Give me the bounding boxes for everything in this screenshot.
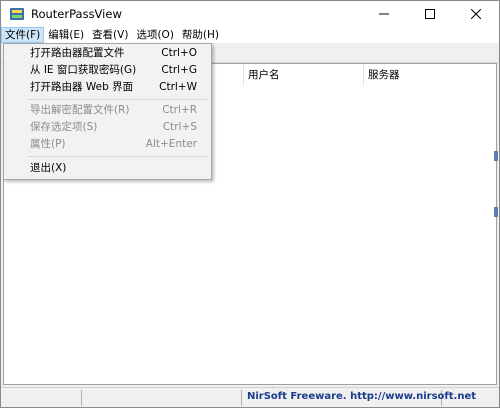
menu-help[interactable]: 帮助(H) (178, 27, 223, 43)
router-app-icon (9, 6, 25, 22)
close-icon (471, 9, 481, 19)
status-bar: NirSoft Freeware. http://www.nirsoft.net (1, 387, 499, 407)
menu-item-get-ie-password[interactable]: 从 IE 窗口获取密码(G) Ctrl+G (4, 62, 211, 79)
menu-edit[interactable]: 编辑(E) (44, 27, 88, 43)
title-bar: RouterPassView (1, 1, 499, 27)
maximize-icon (425, 9, 435, 19)
menu-item-exit[interactable]: 退出(X) (4, 160, 211, 177)
menu-item-open-config[interactable]: 打开路由器配置文件 Ctrl+O (4, 45, 211, 62)
menu-separator (28, 99, 208, 100)
maximize-button[interactable] (407, 1, 453, 27)
menu-view[interactable]: 查看(V) (88, 27, 132, 43)
minimize-icon (379, 13, 389, 15)
edge-marker (494, 151, 498, 161)
status-credit-text[interactable]: NirSoft Freeware. http://www.nirsoft.net (247, 391, 476, 402)
window-title: RouterPassView (31, 7, 122, 21)
menu-file[interactable]: 文件(F) (1, 27, 45, 43)
column-header-server[interactable]: 服务器 (364, 64, 496, 86)
menu-item-open-web-interface[interactable]: 打开路由器 Web 界面 Ctrl+W (4, 79, 211, 96)
menu-bar: 文件(F) 编辑(E) 查看(V) 选项(O) 帮助(H) (1, 27, 499, 43)
edge-marker (494, 207, 498, 217)
menu-separator (28, 156, 208, 157)
menu-item-save-selected[interactable]: 保存选定项(S) Ctrl+S (4, 119, 211, 136)
status-divider (81, 390, 82, 406)
menu-options[interactable]: 选项(O) (132, 27, 177, 43)
column-header-username[interactable]: 用户名 (244, 64, 364, 86)
app-window: RouterPassView 文件(F) 编辑(E) 查看(V) 选项(O) 帮… (0, 0, 500, 408)
menu-item-properties[interactable]: 属性(P) Alt+Enter (4, 136, 211, 153)
menu-item-export-decrypted[interactable]: 导出解密配置文件(R) Ctrl+R (4, 102, 211, 119)
file-menu-dropdown: 打开路由器配置文件 Ctrl+O 从 IE 窗口获取密码(G) Ctrl+G 打… (3, 43, 212, 180)
minimize-button[interactable] (361, 1, 407, 27)
status-divider (241, 390, 242, 406)
close-button[interactable] (453, 1, 499, 27)
